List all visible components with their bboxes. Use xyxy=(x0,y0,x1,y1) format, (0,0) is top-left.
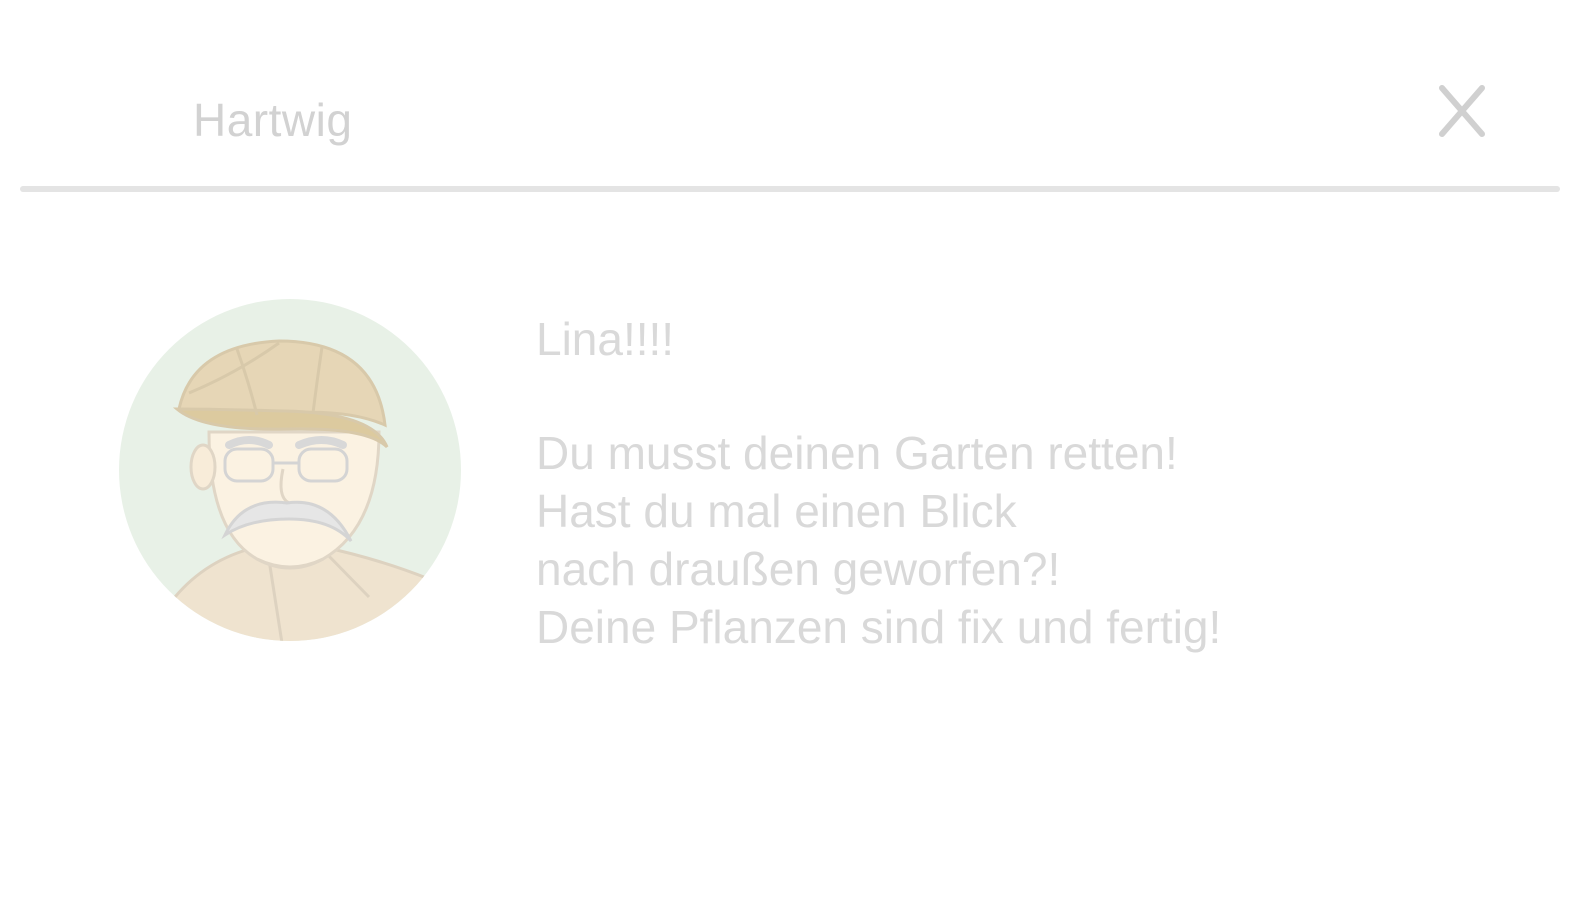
dialog-header: Hartwig xyxy=(0,0,1575,190)
message-line: Du musst deinen Garten retten! xyxy=(536,427,1178,479)
close-button[interactable] xyxy=(1428,78,1496,146)
message-line: nach draußen geworfen?! xyxy=(536,543,1061,595)
dialog-message: Lina!!!! Du musst deinen Garten retten! … xyxy=(536,310,1496,656)
speaker-avatar xyxy=(117,297,463,643)
header-divider xyxy=(20,186,1560,192)
message-line: Deine Pflanzen sind fix und fertig! xyxy=(536,601,1222,653)
message-line: Hast du mal einen Blick xyxy=(536,485,1017,537)
speech-dialog: Hartwig Lina!!!! Du musst deinen Garten … xyxy=(0,0,1575,905)
message-greeting: Lina!!!! xyxy=(536,313,675,365)
old-man-avatar-icon xyxy=(119,299,461,641)
speaker-name: Hartwig xyxy=(193,94,353,146)
close-icon xyxy=(1439,85,1485,137)
